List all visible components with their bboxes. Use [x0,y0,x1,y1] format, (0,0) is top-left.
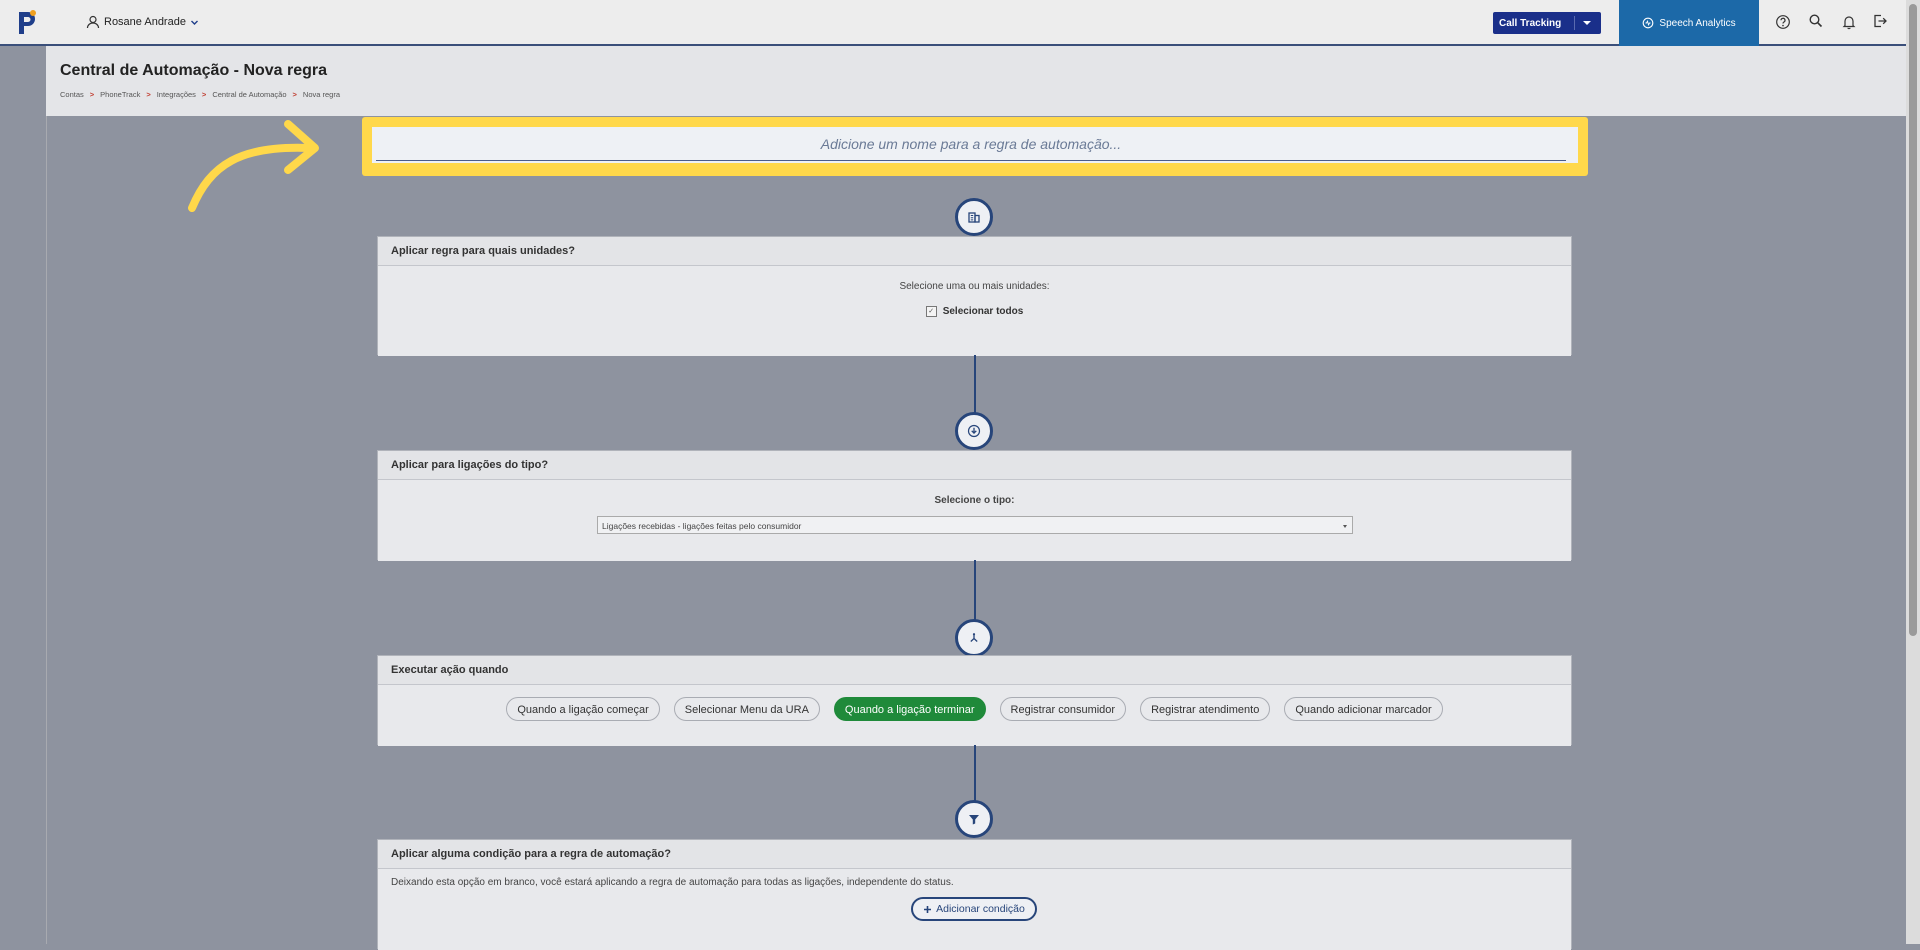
units-card: Aplicar regra para quais unidades? Selec… [377,236,1572,356]
call-type-select[interactable]: Ligações recebidas - ligações feitas pel… [597,516,1353,534]
step-connector [974,355,976,413]
units-prompt: Selecione uma ou mais unidades: [899,281,1050,292]
call-type-prompt: Selecione o tipo: [934,495,1015,506]
units-step-icon [955,198,993,236]
call-type-card-title: Aplicar para ligações do tipo? [378,451,1571,480]
search-icon[interactable] [1808,13,1824,29]
breadcrumb-item-nova-regra: Nova regra [302,90,341,99]
action-option-register-consumer[interactable]: Registrar consumidor [999,697,1127,721]
breadcrumb-item-phonetrack[interactable]: PhoneTrack [100,90,140,99]
left-border [46,46,47,944]
condition-step-icon [955,800,993,838]
breadcrumb: Contas > PhoneTrack > Integrações > Cent… [60,90,340,99]
name-input-container [372,127,1578,163]
action-option-ura[interactable]: Selecionar Menu da URA [673,697,820,721]
action-option-register-service[interactable]: Registrar atendimento [1140,697,1271,721]
breadcrumb-separator: > [201,90,207,99]
plus-icon [924,905,932,913]
scrollbar-thumb[interactable] [1909,4,1917,636]
breadcrumb-separator: > [292,90,297,99]
call-type-step-icon [955,412,993,450]
user-menu[interactable]: Rosane Andrade [86,15,199,29]
speech-analytics-button[interactable]: Speech Analytics [1619,0,1759,46]
action-options: Quando a ligação começar Selecionar Menu… [378,697,1571,721]
condition-card: Aplicar alguma condição para a regra de … [377,839,1572,950]
action-card-title: Executar ação quando [378,656,1571,685]
breadcrumb-separator: > [146,90,151,99]
breadcrumb-item-integracoes[interactable]: Integrações [157,90,196,99]
step-connector [974,745,976,801]
select-all-row[interactable]: ✓ Selecionar todos [378,306,1571,317]
action-option-start[interactable]: Quando a ligação começar [506,697,660,721]
breadcrumb-item-central[interactable]: Central de Automação [212,90,286,99]
building-icon [968,212,980,223]
action-option-end[interactable]: Quando a ligação terminar [833,697,986,721]
call-tracking-label: Call Tracking [1499,17,1562,29]
select-arrow-icon [1343,525,1347,528]
branch-icon [970,633,978,642]
rule-name-input[interactable] [376,127,1566,161]
add-condition-button[interactable]: Adicionar condição [911,897,1037,921]
highlight-arrow [188,120,319,212]
condition-card-title: Aplicar alguma condição para a regra de … [378,840,1571,869]
page-title: Central de Automação - Nova regra [60,62,328,79]
bell-icon[interactable] [1841,14,1857,30]
speech-analytics-label: Speech Analytics [1659,17,1736,29]
divider [1574,16,1575,30]
call-type-card: Aplicar para ligações do tipo? Selecione… [377,450,1572,561]
add-condition-label: Adicionar condição [936,903,1025,915]
logout-icon[interactable] [1872,13,1888,29]
download-icon [967,424,981,438]
action-option-add-tag[interactable]: Quando adicionar marcador [1284,697,1443,721]
user-name: Rosane Andrade [104,16,186,28]
action-step-icon [955,619,993,657]
step-connector [974,560,976,620]
breadcrumb-separator: > [89,90,95,99]
page-header: Central de Automação - Nova regra Contas… [46,46,1906,116]
filter-icon [969,815,979,825]
caret-down-icon [1583,21,1591,25]
top-bar: Rosane Andrade Call Tracking Speech Anal… [0,0,1920,46]
user-icon [86,15,100,29]
chevron-down-icon [190,20,198,25]
call-tracking-button[interactable]: Call Tracking [1493,12,1601,34]
app-logo[interactable] [14,8,40,36]
select-all-checkbox[interactable]: ✓ [925,306,937,317]
call-type-selected: Ligações recebidas - ligações feitas pel… [602,521,802,531]
action-card: Executar ação quando Quando a ligação co… [377,655,1572,746]
condition-description: Deixando esta opção em branco, você esta… [391,877,954,888]
select-all-label: Selecionar todos [942,306,1024,317]
units-card-title: Aplicar regra para quais unidades? [378,237,1571,266]
page-scrollbar[interactable] [1906,0,1920,944]
speech-analytics-icon [1643,17,1654,29]
breadcrumb-item-contas[interactable]: Contas [60,90,84,99]
help-icon[interactable] [1775,14,1791,30]
